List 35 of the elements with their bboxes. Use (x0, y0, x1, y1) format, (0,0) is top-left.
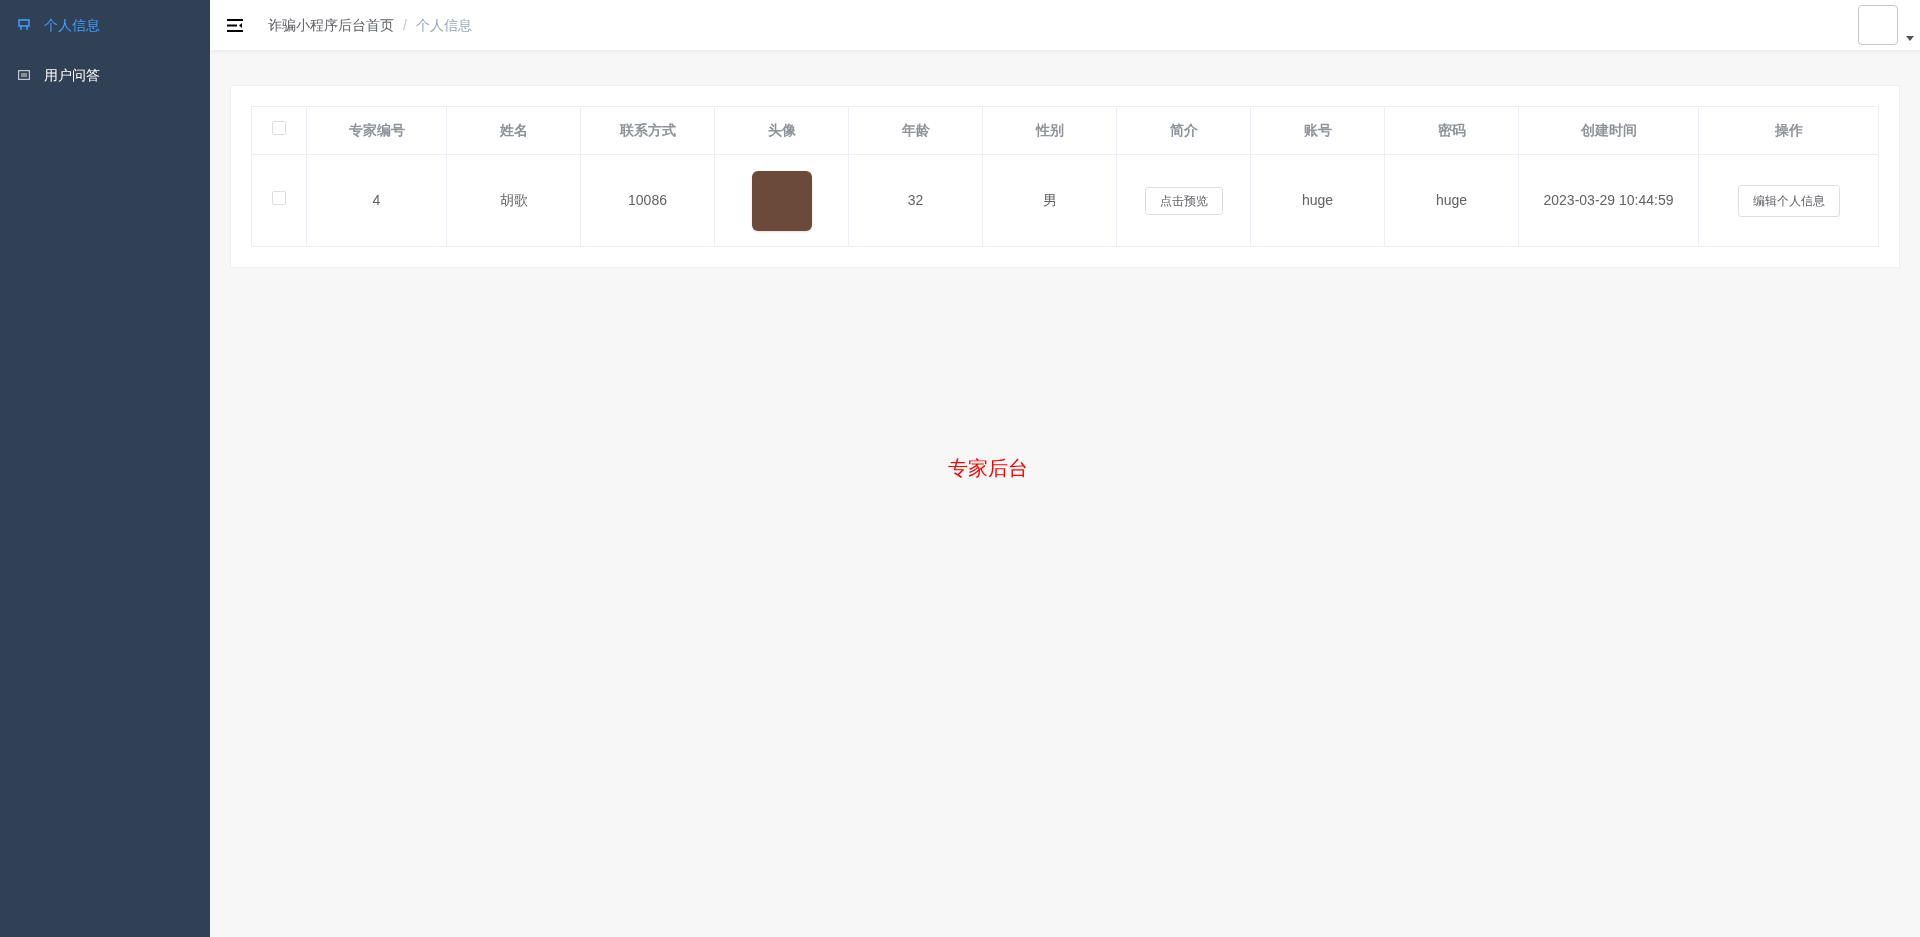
column-header: 头像 (714, 106, 849, 155)
column-header: 联系方式 (580, 106, 715, 155)
sidebar-item[interactable]: 用户问答 (0, 50, 210, 100)
column-header: 年龄 (848, 106, 983, 155)
table-cell: huge (1384, 154, 1519, 247)
column-header: 简介 (1116, 106, 1251, 155)
monitor-icon (18, 19, 30, 31)
column-header: 创建时间 (1518, 106, 1699, 155)
column-header: 账号 (1250, 106, 1385, 155)
table-cell: 4 (306, 154, 447, 247)
table-cell: huge (1250, 154, 1385, 247)
menu-icon[interactable] (227, 18, 243, 32)
center-title: 专家后台 (948, 456, 1028, 481)
column-header: 密码 (1384, 106, 1519, 155)
column-header: 性别 (982, 106, 1117, 155)
caret-icon[interactable] (1906, 36, 1914, 41)
column-header: 专家编号 (306, 106, 447, 155)
table-cell: 10086 (580, 154, 715, 247)
panel-icon (18, 70, 30, 80)
checkbox[interactable] (272, 121, 286, 135)
breadcrumb-item[interactable]: 诈骗小程序后台首页 (268, 14, 394, 36)
table-cell: 男 (982, 154, 1117, 247)
edit-button[interactable]: 编辑个人信息 (1737, 184, 1840, 217)
sidebar-item[interactable]: 个人信息 (0, 0, 210, 50)
table-cell: 32 (848, 154, 983, 247)
breadcrumb-separator: / (403, 15, 407, 35)
table-cell: 2023-03-29 10:44:59 (1518, 154, 1699, 247)
column-header: 操作 (1698, 106, 1879, 155)
table-cell: 胡歌 (446, 154, 581, 247)
photo-placeholder (751, 170, 812, 231)
preview-button[interactable]: 点击预览 (1144, 186, 1223, 215)
checkbox[interactable] (272, 191, 286, 205)
column-header: 姓名 (446, 106, 581, 155)
breadcrumb-item: 个人信息 (415, 15, 472, 35)
avatar-image[interactable] (1858, 5, 1898, 45)
